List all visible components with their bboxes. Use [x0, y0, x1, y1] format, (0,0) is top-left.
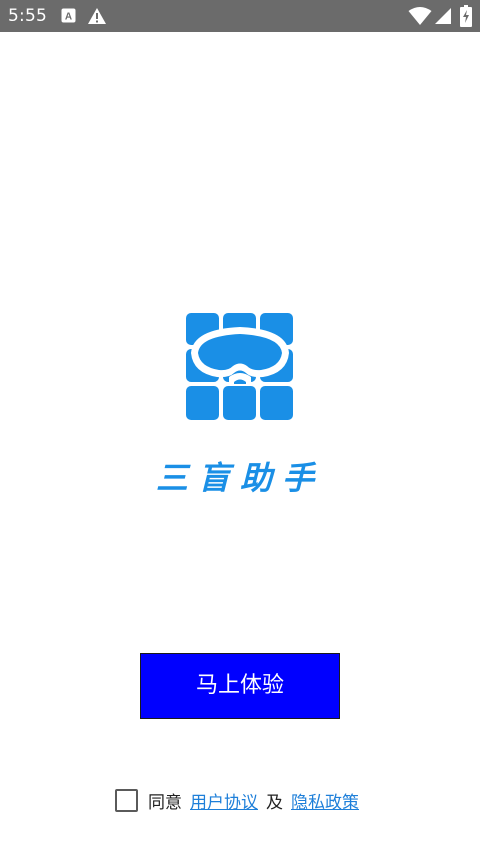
and-label: 及 [266, 792, 283, 813]
status-time: 5:55 [8, 6, 47, 26]
keyboard-a-icon: A [61, 8, 76, 27]
svg-text:A: A [65, 12, 72, 23]
agree-checkbox[interactable] [115, 788, 138, 812]
start-experience-button[interactable]: 马上体验 [140, 653, 340, 719]
agree-label: 同意 [148, 792, 182, 813]
battery-icon [460, 5, 472, 31]
warning-icon [87, 7, 107, 29]
signal-icon [434, 7, 452, 29]
wifi-icon [408, 6, 432, 30]
agreement-row: 同意 用户协议 及 隐私政策 [115, 787, 359, 813]
app-title: 三盲助手 [155, 459, 324, 497]
privacy-policy-link[interactable]: 隐私政策 [291, 788, 359, 813]
mask-grid-logo-icon [183, 311, 297, 422]
status-bar: 5:55 A [0, 0, 480, 32]
user-agreement-link[interactable]: 用户协议 [190, 788, 258, 813]
